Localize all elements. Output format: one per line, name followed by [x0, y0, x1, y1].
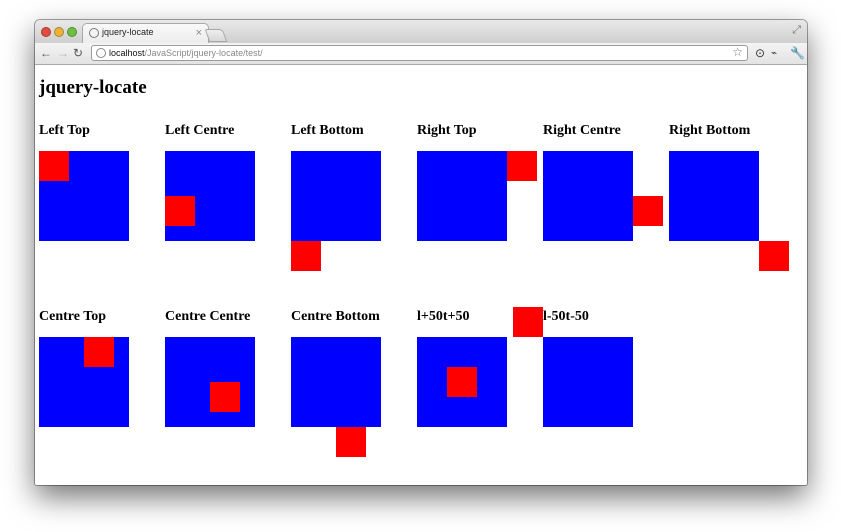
cell-label: Centre Bottom	[291, 309, 380, 324]
located-box	[447, 367, 477, 397]
globe-icon	[89, 28, 99, 38]
tab-title: jquery-locate	[102, 27, 154, 37]
new-tab-button[interactable]	[204, 29, 228, 42]
page-content: jquery-locate Left Top Left Centre Left …	[35, 65, 807, 485]
cell-label: Right Bottom	[669, 123, 751, 138]
target-box	[291, 151, 381, 241]
close-icon[interactable]: ×	[196, 26, 202, 40]
browser-window: jquery-locate × ⤢ ← → ↻ localhost/JavaSc…	[35, 20, 807, 485]
target-box	[669, 151, 759, 241]
back-arrow-icon[interactable]: ←	[40, 46, 52, 60]
globe-icon	[96, 48, 106, 58]
cell-label: Right Centre	[543, 123, 621, 138]
cell-label: Centre Top	[39, 309, 107, 324]
extension-icon[interactable]: ⊙	[755, 46, 765, 60]
located-box	[84, 337, 114, 367]
address-bar[interactable]: localhost/JavaScript/jquery-locate/test/…	[91, 45, 748, 61]
located-box	[210, 382, 240, 412]
forward-arrow-icon[interactable]: →	[57, 46, 69, 60]
cell-label: Left Top	[39, 123, 90, 138]
close-window-button[interactable]	[41, 27, 51, 37]
page-title: jquery-locate	[39, 77, 147, 98]
located-box	[39, 151, 69, 181]
title-bar: jquery-locate × ⤢	[35, 20, 807, 44]
fullscreen-icon[interactable]: ⤢	[792, 24, 801, 37]
target-box	[417, 151, 507, 241]
url-path: /JavaScript/jquery-locate/test/	[144, 48, 263, 58]
located-box	[291, 241, 321, 271]
url-text: localhost/JavaScript/jquery-locate/test/	[109, 47, 263, 60]
extension-icon[interactable]: ⌁	[771, 47, 777, 61]
cell-label: Centre Centre	[165, 309, 251, 324]
located-box	[513, 307, 543, 337]
star-icon[interactable]: ☆	[732, 45, 743, 59]
cell-label: l-50t-50	[543, 309, 589, 324]
target-box	[543, 337, 633, 427]
cell-label: Right Top	[417, 123, 477, 138]
located-box	[507, 151, 537, 181]
minimize-window-button[interactable]	[54, 27, 64, 37]
located-box	[633, 196, 663, 226]
located-box	[336, 427, 366, 457]
cell-label: Left Bottom	[291, 123, 364, 138]
cell-label: l+50t+50	[417, 309, 470, 324]
cell-label: Left Centre	[165, 123, 235, 138]
located-box	[165, 196, 195, 226]
maximize-window-button[interactable]	[67, 27, 77, 37]
wrench-icon[interactable]: 🔧	[790, 46, 805, 60]
located-box	[759, 241, 789, 271]
url-host: localhost	[109, 48, 145, 58]
target-box	[543, 151, 633, 241]
reload-icon[interactable]: ↻	[73, 46, 83, 60]
browser-tab[interactable]: jquery-locate ×	[82, 23, 209, 44]
browser-toolbar: ← → ↻ localhost/JavaScript/jquery-locate…	[35, 43, 807, 65]
target-box	[291, 337, 381, 427]
